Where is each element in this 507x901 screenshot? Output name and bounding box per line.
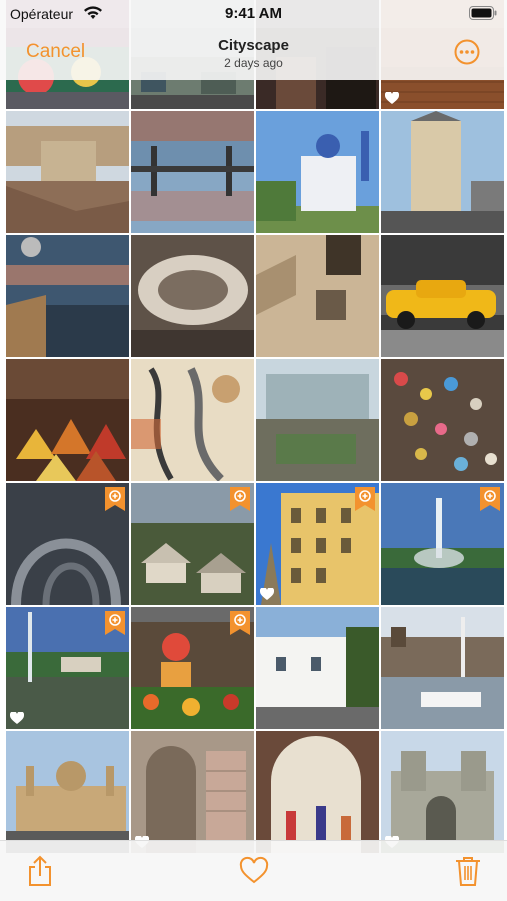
photo-thumbnail[interactable] xyxy=(131,359,254,481)
shared-badge-icon xyxy=(230,611,250,635)
photo-thumbnail[interactable] xyxy=(256,731,379,853)
photo-thumbnail[interactable] xyxy=(6,359,129,481)
photo-thumbnail[interactable] xyxy=(6,607,129,729)
navigation-bar: Cancel Cityscape 2 days ago xyxy=(0,28,507,80)
status-bar: Opérateur 9:41 AM xyxy=(0,0,507,28)
photo-thumbnail[interactable] xyxy=(256,235,379,357)
photo-thumbnail[interactable] xyxy=(381,607,504,729)
album-date: 2 days ago xyxy=(224,56,283,70)
trash-icon[interactable] xyxy=(453,855,483,887)
photo-thumbnail[interactable] xyxy=(131,731,254,853)
ellipsis-circle-icon[interactable] xyxy=(454,39,480,65)
favorite-heart-icon xyxy=(10,712,24,724)
photo-thumbnail[interactable] xyxy=(381,731,504,853)
photo-thumbnail[interactable] xyxy=(131,607,254,729)
photo-thumbnail[interactable] xyxy=(131,483,254,605)
photo-thumbnail[interactable] xyxy=(381,483,504,605)
bottom-toolbar xyxy=(0,840,507,901)
shared-badge-icon xyxy=(355,487,375,511)
photo-row xyxy=(0,607,507,731)
photo-thumbnail[interactable] xyxy=(381,359,504,481)
album-title: Cityscape xyxy=(218,37,289,54)
shared-badge-icon xyxy=(480,487,500,511)
photo-row xyxy=(0,483,507,607)
photo-thumbnail[interactable] xyxy=(381,111,504,233)
photo-thumbnail[interactable] xyxy=(6,111,129,233)
shared-badge-icon xyxy=(230,487,250,511)
photo-row xyxy=(0,359,507,483)
photo-row xyxy=(0,111,507,235)
photo-thumbnail[interactable] xyxy=(256,607,379,729)
photo-thumbnail[interactable] xyxy=(131,111,254,233)
photo-thumbnail[interactable] xyxy=(256,483,379,605)
photo-row xyxy=(0,731,507,855)
heart-icon[interactable] xyxy=(239,855,269,887)
photo-thumbnail[interactable] xyxy=(381,235,504,357)
share-icon[interactable] xyxy=(25,855,55,887)
photo-thumbnail[interactable] xyxy=(131,235,254,357)
photo-thumbnail[interactable] xyxy=(256,359,379,481)
photo-thumbnail[interactable] xyxy=(256,111,379,233)
photo-row xyxy=(0,235,507,359)
battery-icon xyxy=(469,6,497,20)
photo-thumbnail[interactable] xyxy=(6,731,129,853)
favorite-heart-icon xyxy=(260,588,274,600)
shared-badge-icon xyxy=(105,611,125,635)
photo-thumbnail[interactable] xyxy=(6,483,129,605)
favorite-heart-icon xyxy=(385,92,399,104)
shared-badge-icon xyxy=(105,487,125,511)
photo-thumbnail[interactable] xyxy=(6,235,129,357)
clock: 9:41 AM xyxy=(225,5,282,22)
